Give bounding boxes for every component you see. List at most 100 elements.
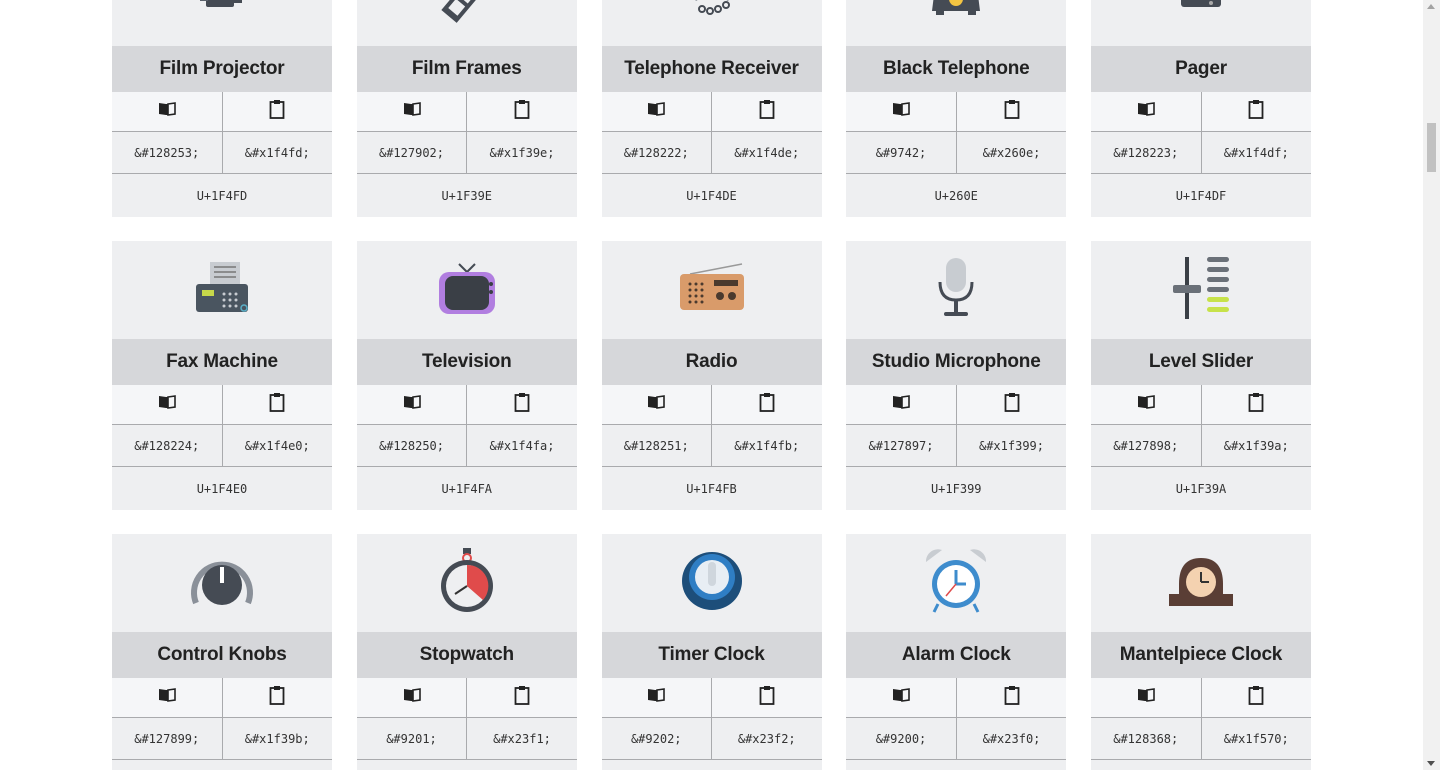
emoji-name: Film Frames (356, 46, 577, 92)
unicode-code[interactable]: U+1F4DF (1091, 174, 1311, 217)
radio-icon (679, 258, 744, 323)
copy-emoji-button[interactable] (357, 92, 468, 131)
copy-to-clipboard-button[interactable] (467, 385, 577, 424)
emoji-card: Studio Microphone &#127897; &#x1f399; U+1F3… (846, 241, 1067, 510)
unicode-code[interactable] (602, 760, 822, 770)
copy-to-clipboard-button[interactable] (1202, 92, 1312, 131)
copy-to-clipboard-button[interactable] (467, 678, 577, 717)
unicode-code[interactable] (846, 760, 1066, 770)
hex-code[interactable]: &#x1f39e; (467, 132, 577, 173)
emoji-preview (112, 0, 332, 46)
copy-emoji-button[interactable] (846, 385, 957, 424)
copy-emoji-button[interactable] (846, 678, 957, 717)
unicode-code[interactable]: U+1F4DE (602, 174, 822, 217)
copy-emoji-button[interactable] (357, 385, 468, 424)
decimal-code[interactable]: &#9201; (357, 718, 468, 759)
copy-to-clipboard-button[interactable] (957, 385, 1067, 424)
copy-to-clipboard-button[interactable] (467, 92, 577, 131)
scroll-up-arrow-icon[interactable] (1427, 4, 1435, 9)
scrollbar-thumb[interactable] (1427, 123, 1436, 172)
book-icon (646, 687, 666, 708)
hex-code[interactable]: &#x1f4df; (1202, 132, 1312, 173)
unicode-code[interactable]: U+1F39A (1091, 467, 1311, 510)
hex-code[interactable]: &#x1f39b; (223, 718, 333, 759)
copy-to-clipboard-button[interactable] (1202, 678, 1312, 717)
copy-emoji-button[interactable] (602, 92, 712, 131)
hex-code[interactable]: &#x1f4e0; (223, 425, 333, 466)
emoji-preview (112, 241, 332, 339)
copy-emoji-button[interactable] (1091, 92, 1202, 131)
black-telephone-icon (926, 0, 986, 30)
hex-code[interactable]: &#x1f4fd; (223, 132, 333, 173)
copy-to-clipboard-button[interactable] (712, 385, 822, 424)
hex-code[interactable]: &#x260e; (957, 132, 1067, 173)
copy-emoji-button[interactable] (112, 678, 223, 717)
unicode-code[interactable]: U+1F39E (357, 174, 577, 217)
hex-code[interactable]: &#x1f4fa; (467, 425, 577, 466)
html-codes: &#128223; &#x1f4df; (1091, 132, 1311, 174)
html-codes: &#127898; &#x1f39a; (1091, 425, 1311, 467)
clipboard-icon (1248, 99, 1264, 124)
copy-to-clipboard-button[interactable] (957, 92, 1067, 131)
copy-emoji-button[interactable] (602, 385, 712, 424)
decimal-code[interactable]: &#127897; (846, 425, 957, 466)
decimal-code[interactable]: &#127902; (357, 132, 468, 173)
unicode-code[interactable]: U+1F4FB (602, 467, 822, 510)
card-actions (112, 92, 332, 132)
decimal-code[interactable]: &#128250; (357, 425, 468, 466)
html-codes: &#127899; &#x1f39b; (112, 718, 332, 760)
copy-emoji-button[interactable] (846, 92, 957, 131)
unicode-code[interactable]: U+1F4FD (112, 174, 332, 217)
decimal-code[interactable]: &#9742; (846, 132, 957, 173)
decimal-code[interactable]: &#127899; (112, 718, 223, 759)
copy-emoji-button[interactable] (112, 92, 223, 131)
copy-to-clipboard-button[interactable] (1202, 385, 1312, 424)
unicode-code[interactable] (357, 760, 577, 770)
decimal-code[interactable]: &#9200; (846, 718, 957, 759)
unicode-code[interactable]: U+260E (846, 174, 1066, 217)
copy-emoji-button[interactable] (1091, 678, 1202, 717)
book-icon (157, 687, 177, 708)
copy-to-clipboard-button[interactable] (712, 92, 822, 131)
unicode-code[interactable] (112, 760, 332, 770)
hex-code[interactable]: &#x1f4de; (712, 132, 822, 173)
emoji-name: Timer Clock (601, 632, 822, 678)
copy-to-clipboard-button[interactable] (223, 678, 333, 717)
emoji-name: Control Knobs (112, 632, 332, 678)
html-codes: &#128222; &#x1f4de; (601, 132, 822, 174)
copy-to-clipboard-button[interactable] (957, 678, 1067, 717)
emoji-preview (1091, 0, 1311, 46)
unicode-code[interactable] (1091, 760, 1311, 770)
copy-emoji-button[interactable] (602, 678, 712, 717)
copy-to-clipboard-button[interactable] (223, 385, 333, 424)
unicode-code[interactable]: U+1F4E0 (112, 467, 332, 510)
decimal-code[interactable]: &#127898; (1091, 425, 1202, 466)
hex-code[interactable]: &#x1f399; (957, 425, 1067, 466)
decimal-code[interactable]: &#128251; (602, 425, 712, 466)
copy-emoji-button[interactable] (1091, 385, 1202, 424)
copy-emoji-button[interactable] (112, 385, 223, 424)
hex-code[interactable]: &#x1f570; (1202, 718, 1312, 759)
hex-code[interactable]: &#x23f0; (957, 718, 1067, 759)
copy-to-clipboard-button[interactable] (223, 92, 333, 131)
clipboard-icon (269, 685, 285, 710)
copy-emoji-button[interactable] (357, 678, 468, 717)
decimal-code[interactable]: &#9202; (602, 718, 712, 759)
decimal-code[interactable]: &#128368; (1091, 718, 1202, 759)
copy-to-clipboard-button[interactable] (712, 678, 822, 717)
emoji-name: Fax Machine (112, 339, 332, 385)
page-scrollbar[interactable] (1423, 0, 1440, 770)
hex-code[interactable]: &#x23f1; (467, 718, 577, 759)
television-icon (437, 258, 497, 323)
scroll-down-arrow-icon[interactable] (1427, 761, 1435, 766)
decimal-code[interactable]: &#128223; (1091, 132, 1202, 173)
hex-code[interactable]: &#x23f2; (712, 718, 822, 759)
unicode-code[interactable]: U+1F399 (846, 467, 1066, 510)
decimal-code[interactable]: &#128253; (112, 132, 223, 173)
hex-code[interactable]: &#x1f39a; (1202, 425, 1312, 466)
emoji-name: Mantelpiece Clock (1091, 632, 1311, 678)
hex-code[interactable]: &#x1f4fb; (712, 425, 822, 466)
decimal-code[interactable]: &#128224; (112, 425, 223, 466)
unicode-code[interactable]: U+1F4FA (357, 467, 577, 510)
decimal-code[interactable]: &#128222; (602, 132, 712, 173)
